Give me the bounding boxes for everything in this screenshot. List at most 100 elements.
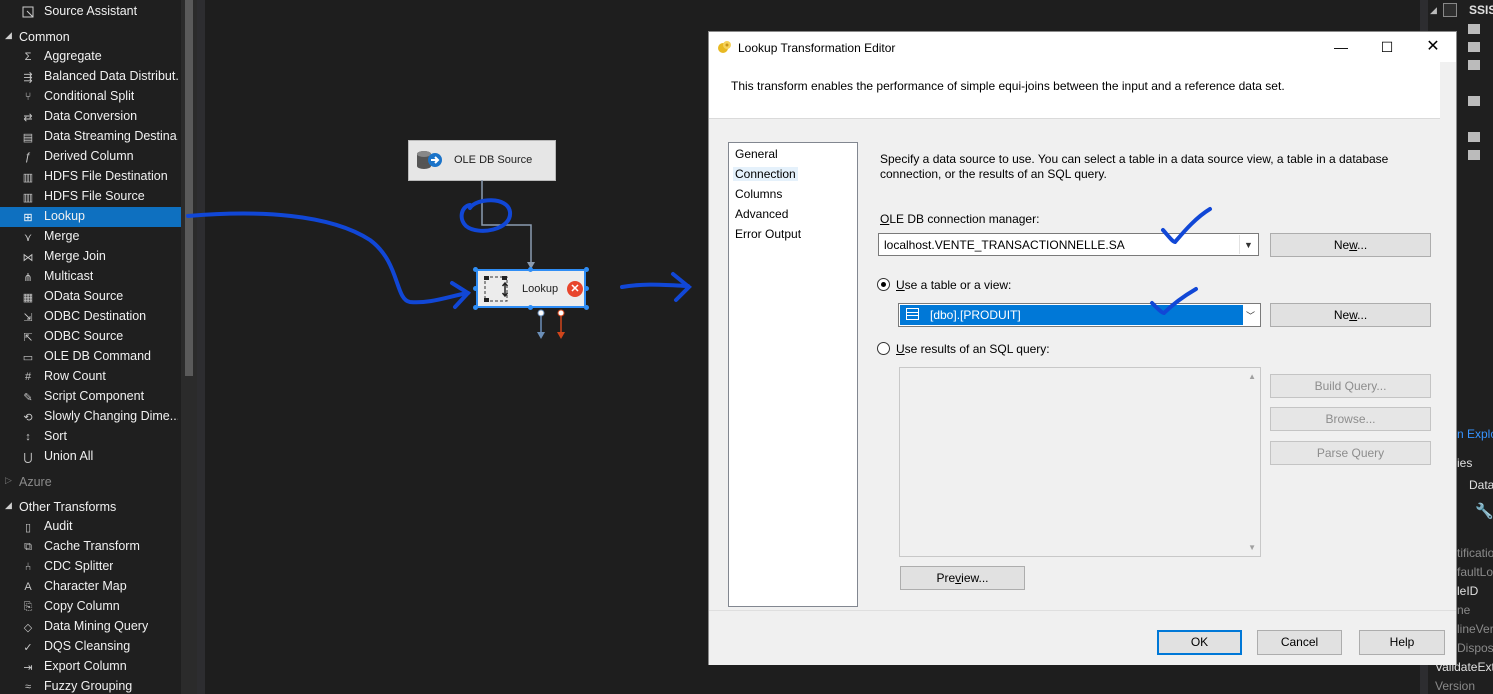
fuzzy-grouping-icon: ≈: [24, 681, 32, 693]
toolbox-item[interactable]: ≈ Fuzzy Grouping: [0, 677, 181, 694]
maximize-button[interactable]: ☐: [1364, 32, 1410, 62]
toolbox-item-label: Aggregate: [44, 49, 102, 63]
help-button[interactable]: Help: [1359, 630, 1445, 655]
lookup-transformation-editor-dialog: Lookup Transformation Editor — ☐ ✕ This …: [708, 31, 1457, 665]
toolbox-item[interactable]: ⇄ Data Conversion: [0, 107, 181, 127]
cancel-button[interactable]: Cancel: [1257, 630, 1342, 655]
toolbox-category-common[interactable]: ◢ Common: [0, 27, 181, 47]
folder-icon: [1468, 42, 1480, 52]
use-sql-query-label[interactable]: Use results of an SQL query:: [896, 342, 1050, 356]
toolbox-item[interactable]: ✓ DQS Cleansing: [0, 637, 181, 657]
wrench-icon[interactable]: 🔧: [1475, 502, 1493, 520]
toolbox-item-label: HDFS File Source: [44, 189, 145, 203]
folder-icon: [1468, 60, 1480, 70]
selection-handle[interactable]: [473, 267, 478, 272]
lookup-component[interactable]: Lookup ✕: [476, 269, 586, 308]
toolbox-item-label: Union All: [44, 449, 94, 463]
chevron-down-icon[interactable]: ▼: [1239, 235, 1257, 254]
selection-handle[interactable]: [528, 267, 533, 272]
toolbox-item[interactable]: ⇥ Export Column: [0, 657, 181, 677]
toolbox-item[interactable]: ▤ Data Streaming Destina...: [0, 127, 181, 147]
toolbox-item-source-assistant[interactable]: Source Assistant: [0, 2, 181, 22]
preview-button[interactable]: Preview...: [900, 566, 1025, 590]
browse-button[interactable]: Browse...: [1270, 407, 1431, 431]
scroll-down-icon[interactable]: ▼: [1248, 543, 1256, 552]
nav-item-connection[interactable]: Connection: [733, 167, 798, 181]
toolbox-item[interactable]: ⧉ Cache Transform: [0, 537, 181, 557]
panel-splitter[interactable]: [197, 0, 205, 694]
toolbox-item[interactable]: ⎘ Copy Column: [0, 597, 181, 617]
nav-item-general[interactable]: General: [735, 147, 778, 161]
toolbox-item[interactable]: ⋔ Multicast: [0, 267, 181, 287]
solution-title[interactable]: SSIS: [1469, 3, 1493, 17]
project-icon: [1443, 3, 1457, 17]
minimize-button[interactable]: —: [1318, 32, 1364, 62]
toolbox-item-label: Conditional Split: [44, 89, 135, 103]
ok-button[interactable]: OK: [1157, 630, 1242, 655]
toolbox-item[interactable]: ⋈ Merge Join: [0, 247, 181, 267]
nav-item-columns[interactable]: Columns: [735, 187, 782, 201]
use-table-radio[interactable]: [877, 278, 890, 291]
expand-caret-icon[interactable]: ◢: [1430, 5, 1437, 16]
toolbox-item[interactable]: ▥ HDFS File Source: [0, 187, 181, 207]
table-view-dropdown[interactable]: [dbo].[PRODUIT] ﹀: [898, 303, 1261, 327]
toolbox-item[interactable]: ⋎ Merge: [0, 227, 181, 247]
properties-row: Data: [1469, 478, 1493, 492]
dialog-footer: OK Cancel Help: [709, 610, 1456, 665]
ole-db-command-icon: ▭: [22, 351, 34, 364]
dialog-titlebar[interactable]: Lookup Transformation Editor — ☐ ✕: [709, 32, 1456, 62]
selection-handle[interactable]: [528, 305, 533, 310]
ole-db-source-component[interactable]: OLE DB Source: [408, 140, 556, 181]
toolbox-category-label: Azure: [19, 475, 52, 489]
toolbox-item[interactable]: ▭ OLE DB Command: [0, 347, 181, 367]
toolbox-item[interactable]: ⊞ Lookup: [0, 207, 181, 227]
toolbox-item-label: HDFS File Destination: [44, 169, 168, 183]
selection-handle[interactable]: [473, 286, 478, 291]
connection-manager-dropdown[interactable]: localhost.VENTE_TRANSACTIONNELLE.SA ▼: [878, 233, 1259, 256]
toolbox-item[interactable]: ⇲ ODBC Destination: [0, 307, 181, 327]
toolbox-item[interactable]: # Row Count: [0, 367, 181, 387]
selection-handle[interactable]: [584, 305, 589, 310]
use-sql-query-radio[interactable]: [877, 342, 890, 355]
copy-column-icon: ⎘: [23, 600, 33, 613]
selection-handle[interactable]: [584, 267, 589, 272]
toolbox-item[interactable]: ⇱ ODBC Source: [0, 327, 181, 347]
nav-item-advanced[interactable]: Advanced: [735, 207, 788, 221]
toolbox-item[interactable]: ⟲ Slowly Changing Dime...: [0, 407, 181, 427]
toolbox-item[interactable]: ▦ OData Source: [0, 287, 181, 307]
toolbox-item[interactable]: Σ Aggregate: [0, 47, 181, 67]
toolbox-item[interactable]: ƒ Derived Column: [0, 147, 181, 167]
new-connection-button[interactable]: New...: [1270, 233, 1431, 257]
new-table-button[interactable]: New...: [1270, 303, 1431, 327]
toolbox-item[interactable]: ▯ Audit: [0, 517, 181, 537]
toolbox-item[interactable]: ◇ Data Mining Query: [0, 617, 181, 637]
selection-handle[interactable]: [473, 305, 478, 310]
toolbox-item[interactable]: ⑃ CDC Splitter: [0, 557, 181, 577]
nav-item-error-output[interactable]: Error Output: [735, 227, 801, 241]
toolbox-item[interactable]: ⑂ Conditional Split: [0, 87, 181, 107]
properties-row: ies: [1457, 456, 1473, 470]
toolbox-item[interactable]: ⇶ Balanced Data Distribut...: [0, 67, 181, 87]
sql-query-textarea[interactable]: ▲ ▼: [899, 367, 1261, 557]
scrollbar-thumb[interactable]: [185, 0, 193, 376]
build-query-button[interactable]: Build Query...: [1270, 374, 1431, 398]
toolbox-category-other-transforms[interactable]: ◢ Other Transforms: [0, 497, 181, 517]
odata-icon: ▦: [22, 291, 34, 304]
use-table-label[interactable]: Use a table or a view:: [896, 278, 1011, 292]
scroll-up-icon[interactable]: ▲: [1248, 372, 1256, 381]
selection-handle[interactable]: [584, 286, 589, 291]
dialog-scrollbar[interactable]: [1440, 62, 1456, 602]
dropdown-value: [dbo].[PRODUIT]: [930, 308, 1021, 322]
toolbox-category-azure[interactable]: ▷ Azure: [0, 472, 181, 492]
parse-query-button[interactable]: Parse Query: [1270, 441, 1431, 465]
source-assistant-icon: [21, 5, 35, 19]
toolbox-scrollbar[interactable]: [181, 0, 197, 694]
close-button[interactable]: ✕: [1410, 32, 1456, 62]
toolbox-item[interactable]: ↕ Sort: [0, 427, 181, 447]
toolbox-item[interactable]: ⋃ Union All: [0, 447, 181, 467]
toolbox-item[interactable]: A Character Map: [0, 577, 181, 597]
toolbox-item[interactable]: ✎ Script Component: [0, 387, 181, 407]
solution-explorer-tab[interactable]: n Explo: [1457, 427, 1493, 441]
toolbox-item[interactable]: ▥ HDFS File Destination: [0, 167, 181, 187]
chevron-down-icon[interactable]: ﹀: [1242, 306, 1259, 325]
